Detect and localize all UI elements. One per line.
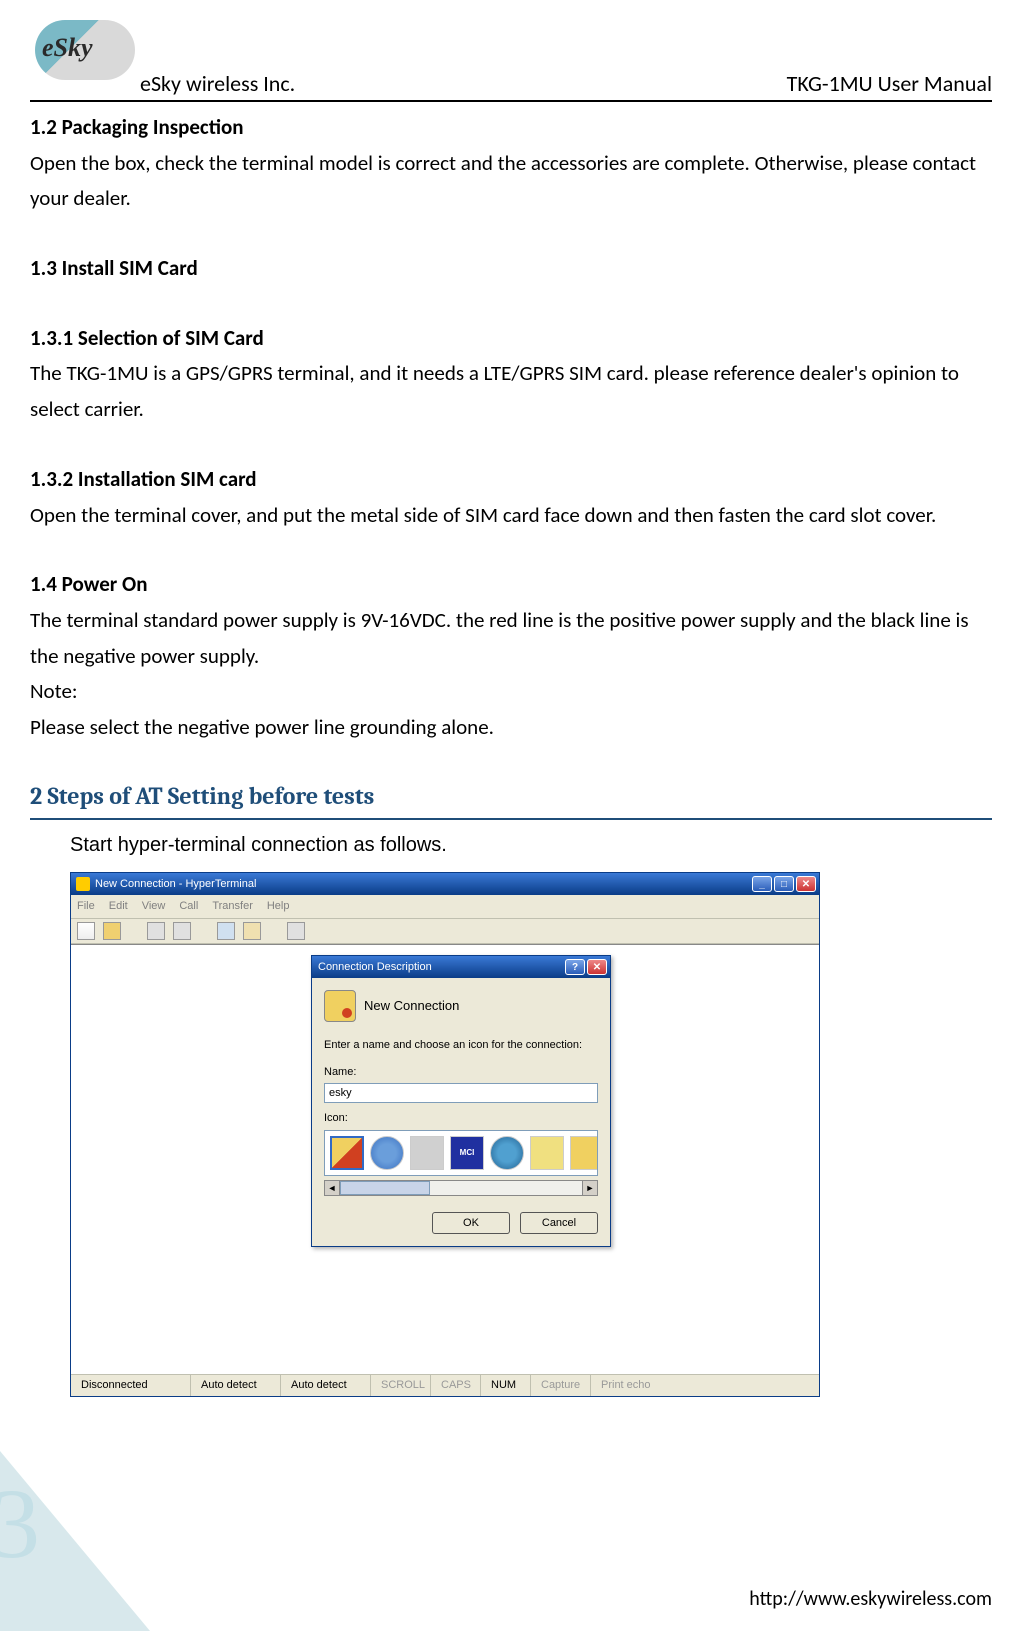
hyperterminal-workspace: Connection Description ? ✕ New Connectio… [71,944,819,1374]
hyperterminal-window: New Connection - HyperTerminal _ □ ✕ Fil… [70,872,820,1397]
para-1-4-note-body: Please select the negative power line gr… [30,710,992,746]
toolbar-call-icon[interactable] [147,922,165,940]
para-1-4-note-label: Note: [30,674,992,710]
icon-scrollbar[interactable]: ◄ ► [324,1180,598,1196]
toolbar-receive-icon[interactable] [243,922,261,940]
para-1-4-body: The terminal standard power supply is 9V… [30,603,992,674]
status-num: NUM [481,1375,531,1396]
company-logo: eSky [30,15,140,85]
icon-label: Icon: [324,1109,598,1128]
toolbar-send-icon[interactable] [217,922,235,940]
icon-option-1[interactable] [330,1136,364,1170]
status-capture: Capture [531,1375,591,1396]
icon-option-5[interactable] [490,1136,524,1170]
dialog-titlebar[interactable]: Connection Description ? ✕ [312,956,610,978]
para-1-2: Open the box, check the terminal model i… [30,146,992,217]
footer-url: http://www.eskywireless.com [749,1587,992,1611]
heading-1-3-1: 1.3.1 Selection of SIM Card [30,321,992,357]
status-caps: CAPS [431,1375,481,1396]
status-autodetect-2: Auto detect [281,1375,371,1396]
hyperterminal-menubar: File Edit View Call Transfer Help [71,895,819,919]
menu-help[interactable]: Help [267,897,290,916]
connection-name-input[interactable] [324,1083,598,1103]
heading-1-3: 1.3 Install SIM Card [30,251,992,287]
toolbar-properties-icon[interactable] [287,922,305,940]
scroll-thumb[interactable] [340,1181,430,1195]
scroll-right-button[interactable]: ► [582,1180,598,1196]
header-company: eSky wireless Inc. [140,70,295,97]
dialog-heading: New Connection [364,995,459,1017]
icon-option-6[interactable] [530,1136,564,1170]
dialog-title: Connection Description [318,958,432,977]
heading-1-4: 1.4 Power On [30,567,992,603]
close-button[interactable]: ✕ [796,876,816,892]
status-autodetect-1: Auto detect [191,1375,281,1396]
heading-1-3-2: 1.3.2 Installation SIM card [30,462,992,498]
para-1-3-1: The TKG-1MU is a GPS/GPRS terminal, and … [30,356,992,427]
maximize-button[interactable]: □ [774,876,794,892]
menu-call[interactable]: Call [179,897,198,916]
menu-view[interactable]: View [142,897,166,916]
dialog-close-button[interactable]: ✕ [587,959,607,975]
dialog-help-button[interactable]: ? [565,959,585,975]
cancel-button[interactable]: Cancel [520,1212,598,1234]
icon-picker[interactable]: MCI [324,1130,598,1176]
name-label: Name: [324,1063,598,1082]
status-scroll: SCROLL [371,1375,431,1396]
scroll-track[interactable] [340,1180,582,1196]
icon-option-3[interactable] [410,1136,444,1170]
para-1-3-2: Open the terminal cover, and put the met… [30,498,992,534]
hyperterminal-app-icon [76,877,90,891]
scroll-left-button[interactable]: ◄ [324,1180,340,1196]
icon-option-2[interactable] [370,1136,404,1170]
page-header: eSky wireless Inc. TKG-1MU User Manual [30,70,992,102]
header-doc-title: TKG-1MU User Manual [787,70,992,97]
hyperterminal-toolbar [71,919,819,944]
ok-button[interactable]: OK [432,1212,510,1234]
menu-edit[interactable]: Edit [109,897,128,916]
hyperterminal-statusbar: Disconnected Auto detect Auto detect SCR… [71,1374,819,1396]
icon-option-4[interactable]: MCI [450,1136,484,1170]
toolbar-open-icon[interactable] [103,922,121,940]
icon-option-7[interactable] [570,1136,598,1170]
new-connection-icon [324,990,356,1022]
toolbar-new-icon[interactable] [77,922,95,940]
chapter-2-intro: Start hyper-terminal connection as follo… [30,828,992,862]
hyperterminal-titlebar[interactable]: New Connection - HyperTerminal _ □ ✕ [71,873,819,895]
page-number: 3 [0,1466,40,1581]
heading-1-2: 1.2 Packaging Inspection [30,110,992,146]
hyperterminal-window-title: New Connection - HyperTerminal [95,875,256,894]
chapter-2-title: 2 Steps of AT Setting before tests [30,776,992,821]
status-printecho: Print echo [591,1375,819,1396]
content-body: 1.2 Packaging Inspection Open the box, c… [30,102,992,1397]
toolbar-disconnect-icon[interactable] [173,922,191,940]
dialog-prompt: Enter a name and choose an icon for the … [324,1036,598,1055]
status-connection: Disconnected [71,1375,191,1396]
connection-description-dialog: Connection Description ? ✕ New Connectio… [311,955,611,1247]
minimize-button[interactable]: _ [752,876,772,892]
document-page: eSky eSky wireless Inc. TKG-1MU User Man… [0,0,1022,1631]
menu-transfer[interactable]: Transfer [212,897,253,916]
menu-file[interactable]: File [77,897,95,916]
logo-text: eSky [42,33,93,63]
